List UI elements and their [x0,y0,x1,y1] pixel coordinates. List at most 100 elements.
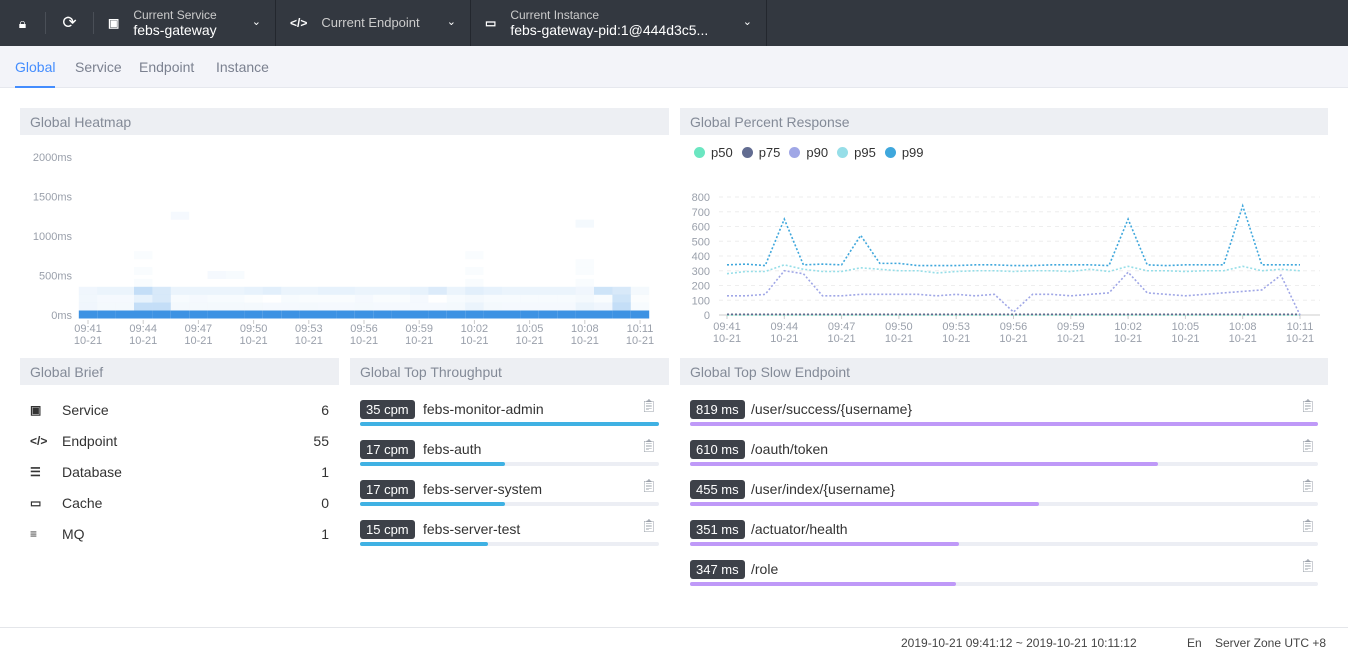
cache-icon: ▭ [30,496,42,510]
item-name[interactable]: febs-auth [423,441,481,457]
legend-item-p75[interactable]: p75 [741,145,781,160]
instance-selector[interactable]: ▭ Current Instance febs-gateway-pid:1@444… [471,0,767,46]
list-item[interactable]: 351 ms/actuator/health 📋︎ [690,518,1318,558]
tab-instance[interactable]: Instance [216,59,269,75]
service-selector[interactable]: ▣ Current Service febs-gateway ⌄ [94,0,276,46]
item-name[interactable]: /role [751,561,778,577]
heatmap-cell [538,302,558,311]
heatmap-cell [299,302,318,311]
item-name[interactable]: /oauth/token [751,441,828,457]
list-item[interactable]: 35 cpm febs-monitor-admin 📋︎ [360,398,659,438]
heatmap-cell [354,302,374,311]
heatmap-cell [446,302,466,311]
legend-item-p95[interactable]: p95 [837,145,876,160]
heatmap-cell [612,286,631,295]
heatmap-cell [520,286,539,295]
heatmap-cell [262,302,282,311]
x-tick-label: 10-21 [885,333,913,345]
heatmap-cell [134,267,152,275]
heatmap-cell [336,286,355,295]
heatmap-cell [244,302,263,311]
endpoint-icon: </> [30,434,48,448]
heatmap-cell [373,295,391,303]
heatmap-cell [78,310,98,319]
list-item[interactable]: 819 ms/user/success/{username} 📋︎ [690,398,1318,438]
legend-dot [837,147,849,158]
list-item[interactable]: 17 cpm febs-server-system 📋︎ [360,478,659,518]
clipboard-icon[interactable]: 📋︎ [1299,398,1316,414]
y-tick-label: 700 [692,207,710,219]
item-name[interactable]: /user/index/{username} [751,481,895,497]
list-item[interactable]: 17 cpm febs-auth 📋︎ [360,438,659,478]
endpoint-icon: </> [290,16,308,30]
chevron-down-icon: ⌄ [742,16,752,28]
item-name[interactable]: /user/success/{username} [751,401,912,417]
clipboard-icon[interactable]: 📋︎ [640,438,657,454]
value-badge: 610 ms [690,440,745,459]
item-name[interactable]: febs-server-system [423,481,542,497]
heatmap-cell [483,286,502,295]
legend-item-p50[interactable]: p50 [694,145,733,160]
x-tick-label: 10:11 [1287,321,1314,333]
value-badge: 819 ms [690,400,745,419]
x-tick-label: 10-21 [129,335,157,347]
heatmap-cell [373,286,392,295]
refresh-icon[interactable]: ⟳ [58,0,81,46]
legend-item-p90[interactable]: p90 [789,145,828,160]
heatmap-cell [631,295,649,303]
list-item[interactable]: 347 ms/role 📋︎ [690,558,1318,598]
item-name[interactable]: febs-monitor-admin [423,401,544,417]
x-tick-label: 10:02 [1114,321,1142,333]
progress-fill [360,542,489,546]
tab-endpoint[interactable]: Endpoint [139,59,194,75]
item-name[interactable]: febs-server-test [423,521,520,537]
lock-icon[interactable]: 🔒︎ [11,0,34,46]
tab-global[interactable]: Global [15,59,56,88]
divider [45,12,46,34]
x-tick-label: 09:56 [1000,321,1028,333]
brief-value: 1 [321,526,329,542]
heatmap-cell [115,310,134,319]
server-zone: Server Zone UTC +8 [1215,636,1327,650]
x-tick-label: 09:53 [942,321,970,333]
x-tick-label: 10-21 [713,333,741,345]
x-tick-label: 09:44 [129,323,157,335]
item-name[interactable]: /actuator/health [751,521,848,537]
tab-service[interactable]: Service [75,59,122,75]
x-tick-label: 09:50 [240,323,268,335]
heatmap-cell [170,310,190,319]
progress-fill [360,502,506,506]
throughput-panel: Global Top Throughput 35 cpm febs-monitor… [350,358,669,558]
clipboard-icon[interactable]: 📋︎ [640,398,657,414]
clipboard-icon[interactable]: 📋︎ [640,518,657,534]
service-icon: ▣ [108,16,120,30]
legend-item-p99[interactable]: p99 [884,145,924,160]
legend-label: p75 [758,145,781,160]
list-item[interactable]: 610 ms/oauth/token 📋︎ [690,438,1318,478]
heatmap-cell [97,286,116,295]
heatmap-cell [630,286,650,295]
y-tick-label: 300 [692,266,710,278]
clipboard-icon[interactable]: 📋︎ [640,478,657,494]
x-tick-label: 09:56 [350,323,378,335]
list-item[interactable]: 15 cpm febs-server-test 📋︎ [360,518,659,558]
series-line-p95 [726,264,1301,275]
endpoint-selector[interactable]: </> Current Endpoint ⌄ [276,0,471,46]
x-tick-label: 10-21 [350,335,378,347]
heatmap-cell [115,294,134,303]
brief-panel: Global Brief ▣ Service 6 </> Endpoint 55 ☰ Data… [20,358,339,558]
clipboard-icon[interactable]: 📋︎ [1299,518,1316,534]
clipboard-icon[interactable]: 📋︎ [1299,438,1316,454]
list-item[interactable]: 455 ms/user/index/{username} 📋︎ [690,478,1318,518]
y-tick-label: 500 [692,236,710,248]
value-badge: 15 cpm [360,520,415,539]
heatmap-cell [226,302,245,311]
time-range[interactable]: 2019-10-21 09:41:12 ~ 2019-10-21 10:11:1… [901,636,1137,650]
heatmap-cell [244,310,263,319]
clipboard-icon[interactable]: 📋︎ [1299,478,1316,494]
y-tick-label: 0ms [51,310,72,322]
heatmap-cell [465,294,484,303]
heatmap-cell [446,286,466,295]
clipboard-icon[interactable]: 📋︎ [1299,558,1316,574]
language-toggle[interactable]: En [1187,636,1202,650]
